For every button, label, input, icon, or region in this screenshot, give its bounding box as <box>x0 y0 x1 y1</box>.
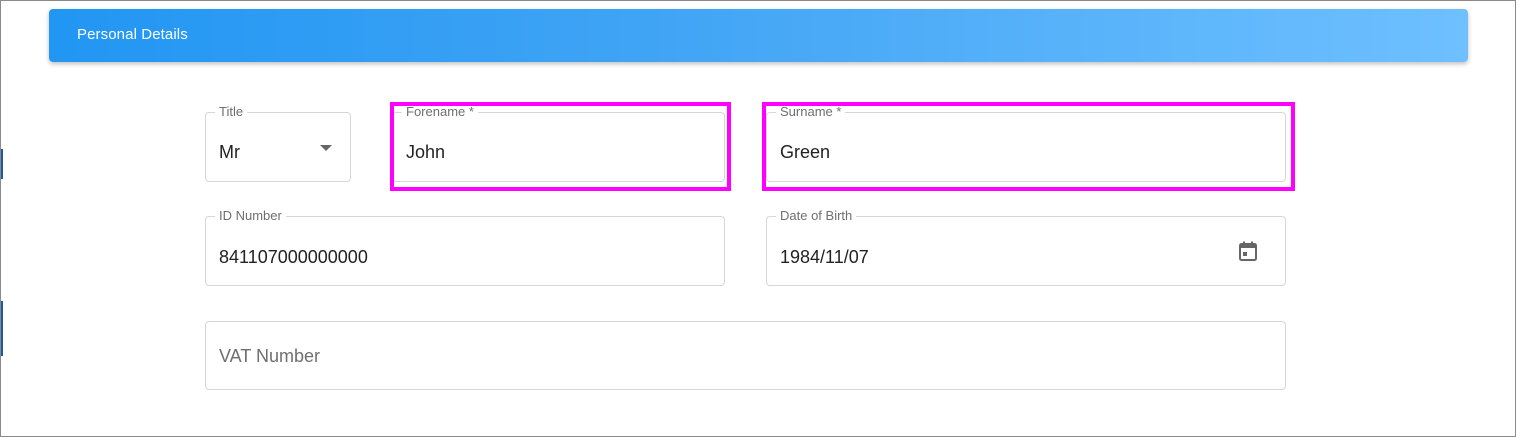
vat-number-placeholder: VAT Number <box>219 346 321 366</box>
forename-value: John <box>406 142 446 162</box>
surname-input[interactable]: Surname * Green <box>766 104 1286 182</box>
title-label: Title <box>215 104 248 120</box>
date-of-birth-input[interactable]: Date of Birth 1984/11/07 <box>766 208 1286 286</box>
vat-number-input[interactable]: VAT Number <box>205 321 1286 390</box>
chevron-down-icon[interactable] <box>320 145 332 151</box>
date-of-birth-label: Date of Birth <box>776 208 857 224</box>
forename-label: Forename * <box>402 104 478 120</box>
id-number-label: ID Number <box>215 208 286 224</box>
left-edge-marker <box>1 301 3 356</box>
title-value: Mr <box>219 142 240 162</box>
date-of-birth-value: 1984/11/07 <box>780 247 869 267</box>
id-number-value: 841107000000000 <box>219 247 368 267</box>
window-frame: Personal Details Title Mr Forename * Joh… <box>0 0 1516 437</box>
left-edge-marker <box>1 149 3 179</box>
forename-input[interactable]: Forename * John <box>392 104 725 182</box>
surname-value: Green <box>780 142 831 162</box>
title-select[interactable]: Title Mr <box>205 104 351 182</box>
section-header: Personal Details <box>49 9 1468 62</box>
calendar-icon[interactable] <box>1236 239 1260 263</box>
section-title: Personal Details <box>77 26 188 43</box>
surname-label: Surname * <box>776 104 846 120</box>
id-number-input[interactable]: ID Number 841107000000000 <box>205 208 725 286</box>
